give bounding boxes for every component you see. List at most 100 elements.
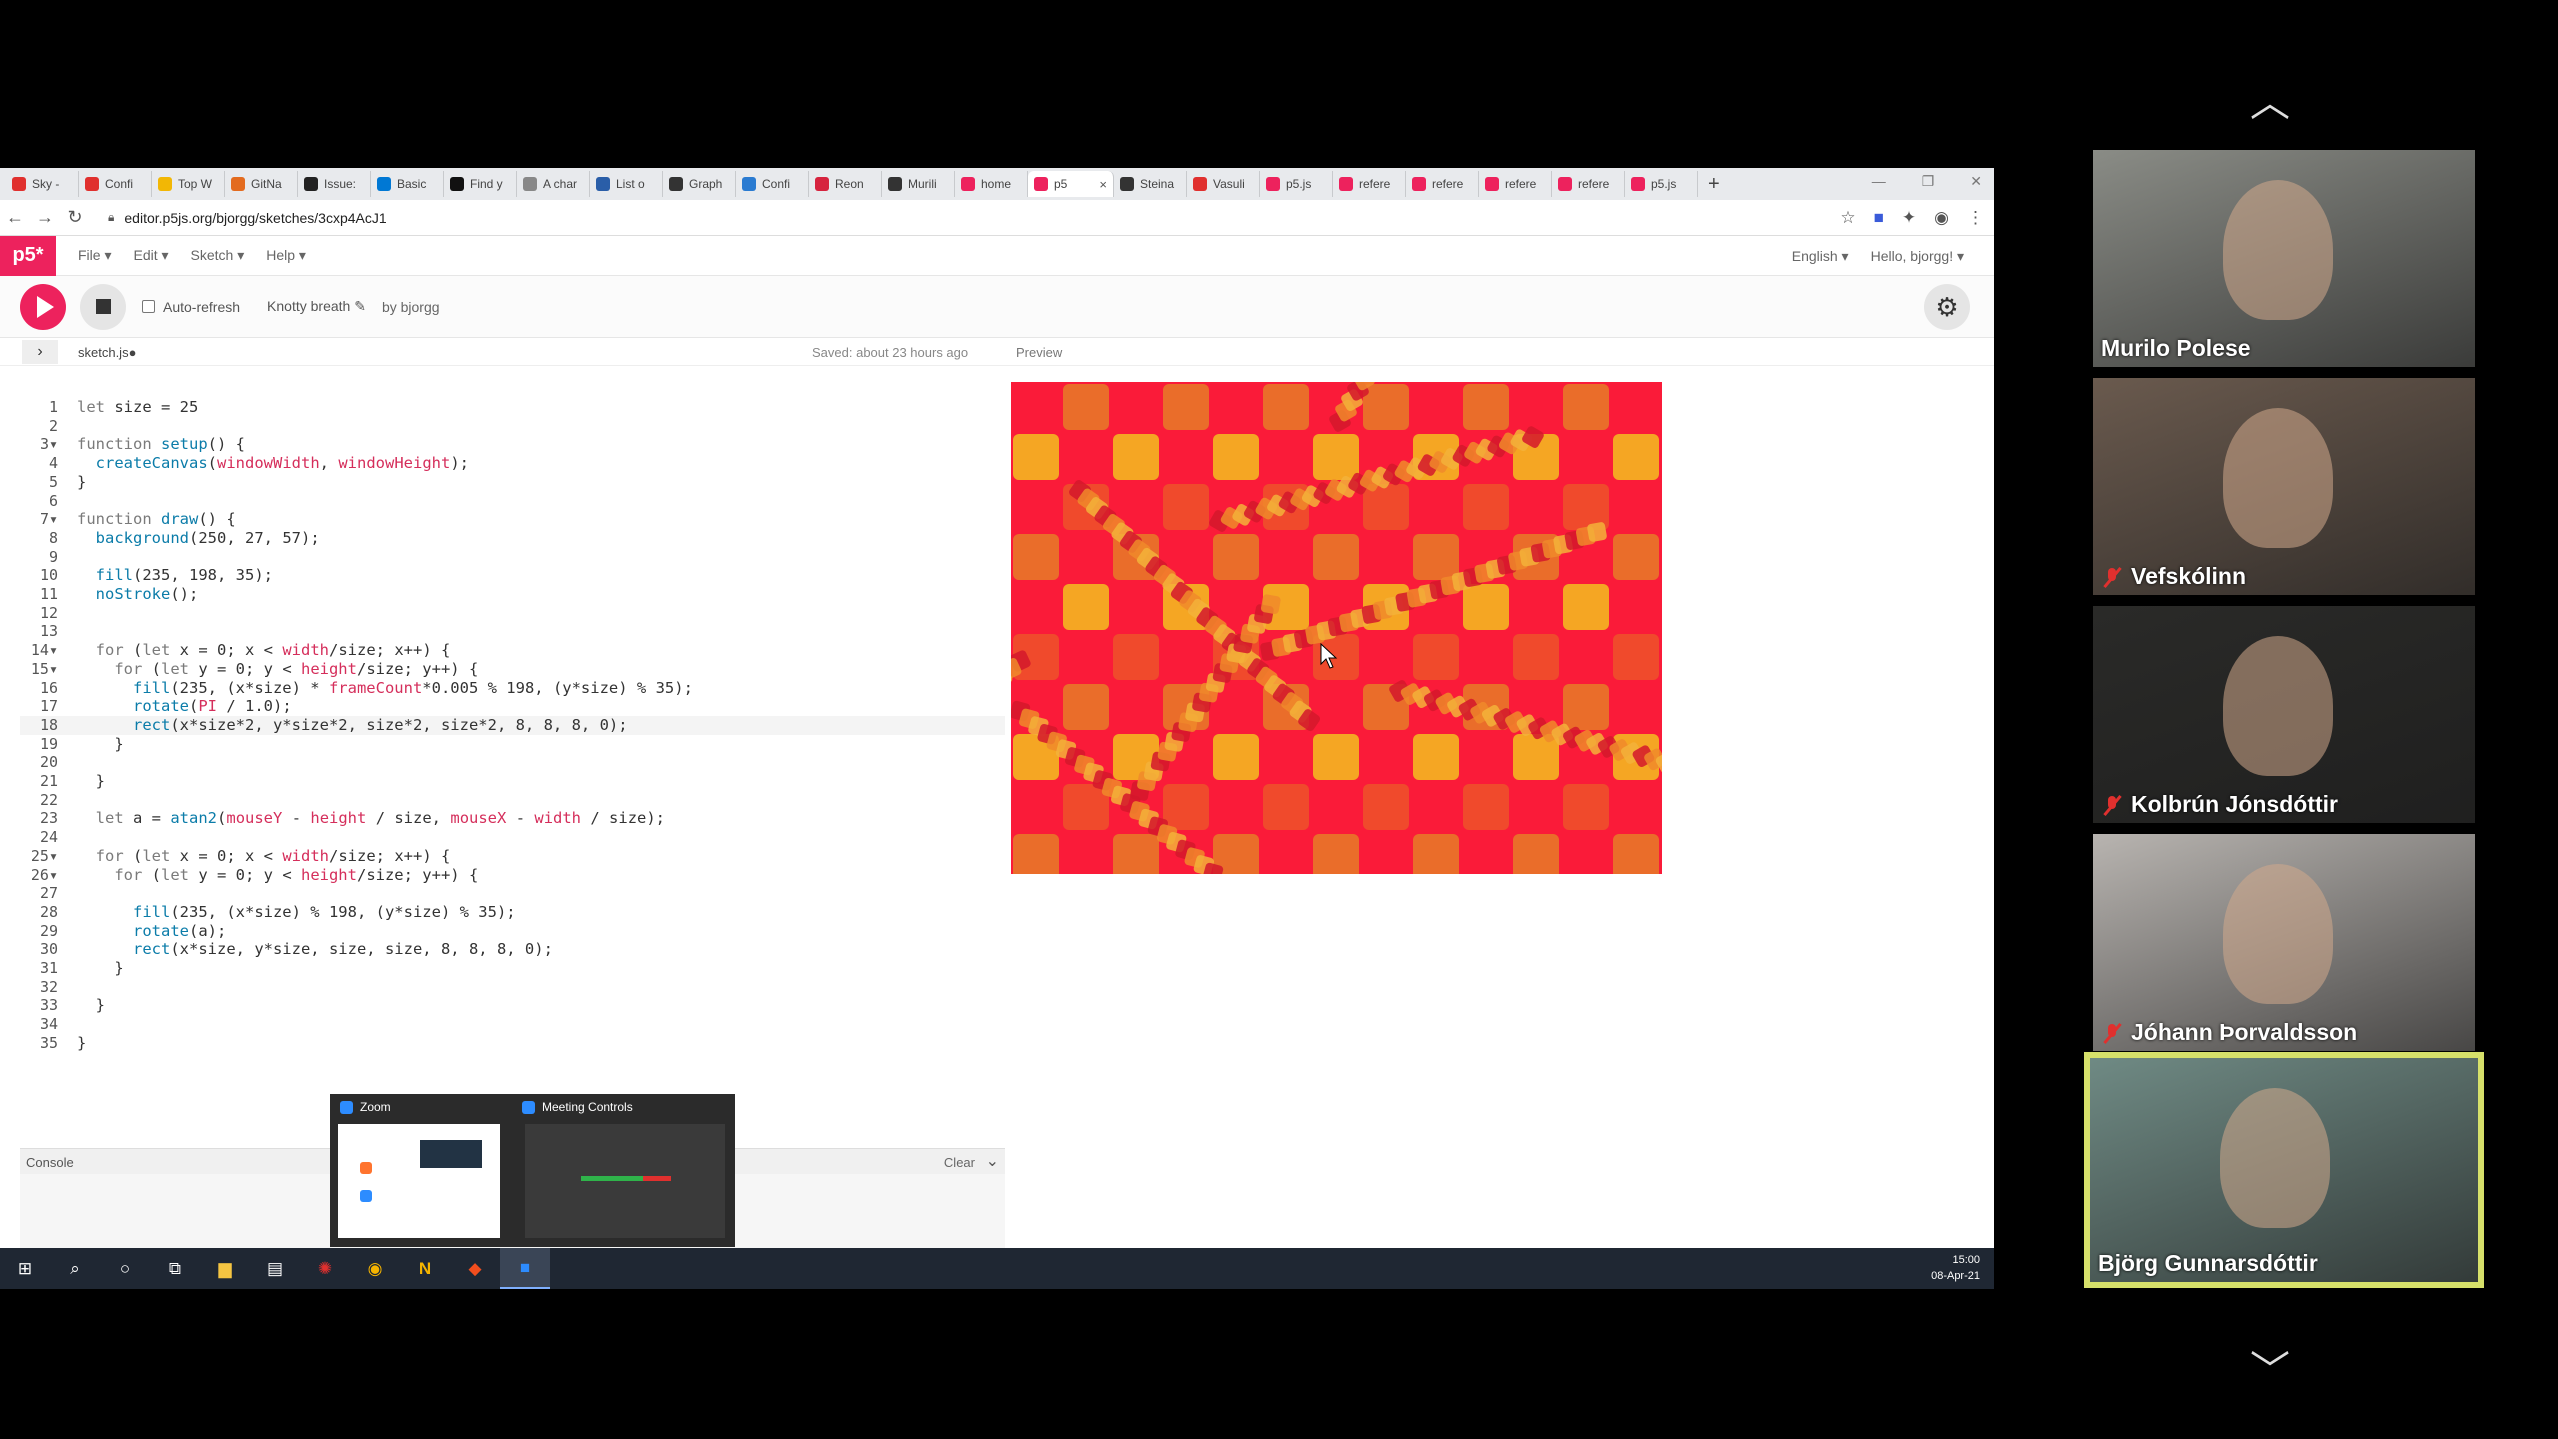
browser-tab[interactable]: Basic (371, 171, 444, 197)
language-selector[interactable]: English ▾ (1792, 248, 1849, 265)
store-icon[interactable]: ▤ (250, 1248, 300, 1289)
sidebar-toggle-chevron-icon[interactable]: › (22, 340, 58, 364)
browser-tab[interactable]: refere (1406, 171, 1479, 197)
code-line[interactable]: 11 noStroke(); (20, 585, 1005, 604)
code-line[interactable]: 16 fill(235, (x*size) * frameCount*0.005… (20, 679, 1005, 698)
browser-tab[interactable]: refere (1552, 171, 1625, 197)
code-line[interactable]: 26▾ for (let y = 0; y < height/size; y++… (20, 866, 1005, 885)
code-line[interactable]: 5} (20, 473, 1005, 492)
code-line[interactable]: 7▾ function draw() { (20, 510, 1005, 529)
zoom-window-title[interactable]: Zoom (340, 1100, 391, 1114)
browser-tab[interactable]: Graph (663, 171, 736, 197)
participant-tile[interactable]: Björg Gunnarsdóttir (2084, 1052, 2484, 1288)
code-line[interactable]: 35} (20, 1034, 1005, 1053)
meeting-controls-thumbnail[interactable] (525, 1124, 725, 1238)
code-line[interactable]: 32 (20, 978, 1005, 997)
maximize-icon[interactable]: ❐ (1922, 173, 1935, 190)
code-editor[interactable]: 1 let size = 25 2 3▾ function setup() {4 cre… (20, 398, 1005, 1098)
browser-tab[interactable]: refere (1479, 171, 1552, 197)
code-line[interactable]: 2 (20, 417, 1005, 436)
forward-icon[interactable]: → (30, 207, 60, 228)
file-tab[interactable]: sketch.js● (78, 345, 136, 360)
browser-tab[interactable]: Reon (809, 171, 882, 197)
play-button[interactable] (20, 283, 66, 330)
zoom-window-thumbnail[interactable] (338, 1124, 500, 1238)
windows-start-icon[interactable]: ⊞ (0, 1248, 50, 1289)
search-icon[interactable]: ⌕ (50, 1248, 100, 1289)
code-line[interactable]: 15▾ for (let y = 0; y < height/size; y++… (20, 660, 1005, 679)
puzzle-icon[interactable]: ✦ (1902, 208, 1916, 228)
code-line[interactable]: 3▾ function setup() { (20, 435, 1005, 454)
participant-tile[interactable]: Jóhann Þorvaldsson (2093, 834, 2475, 1051)
browser-tab[interactable]: Steina (1114, 171, 1187, 197)
code-line[interactable]: 30 rect(x*size, y*size, size, size, 8, 8… (20, 940, 1005, 959)
browser-tab[interactable]: Issue: (298, 171, 371, 197)
menu-edit[interactable]: Edit ▾ (133, 247, 168, 264)
notion-like-icon[interactable]: N (400, 1248, 450, 1289)
code-line[interactable]: 9 (20, 548, 1005, 567)
browser-tab[interactable]: Top W (152, 171, 225, 197)
browser-tab[interactable]: Murili (882, 171, 955, 197)
code-line[interactable]: 21 } (20, 772, 1005, 791)
task-view-icon[interactable]: ⧉ (150, 1248, 200, 1289)
code-line[interactable]: 10 fill(235, 198, 35); (20, 566, 1005, 585)
code-line[interactable]: 14▾ for (let x = 0; x < width/size; x++)… (20, 641, 1005, 660)
sketch-name[interactable]: Knotty breath ✎ (267, 298, 366, 315)
back-icon[interactable]: ← (0, 207, 30, 228)
code-line[interactable]: 27 (20, 884, 1005, 903)
participant-tile[interactable]: Vefskólinn (2093, 378, 2475, 595)
user-menu[interactable]: Hello, bjorgg! ▾ (1871, 248, 1964, 265)
browser-tab[interactable]: List o (590, 171, 663, 197)
code-line[interactable]: 28 fill(235, (x*size) % 198, (y*size) % … (20, 903, 1005, 922)
code-line[interactable]: 18 rect(x*size*2, y*size*2, size*2, size… (20, 715, 1005, 735)
zoom-taskbar-icon[interactable]: ■ (500, 1248, 550, 1289)
meeting-controls-title[interactable]: Meeting Controls (522, 1100, 633, 1114)
code-line[interactable]: 20 (20, 753, 1005, 772)
url-field[interactable]: 🔒︎ editor.p5js.org/bjorgg/sketches/3cxp4… (108, 210, 387, 226)
menu-sketch[interactable]: Sketch ▾ (191, 247, 245, 264)
code-line[interactable]: 33 } (20, 996, 1005, 1015)
code-line[interactable]: 34 (20, 1015, 1005, 1034)
code-line[interactable]: 12 (20, 604, 1005, 623)
code-line[interactable]: 23 let a = atan2(mouseY - height / size,… (20, 809, 1005, 828)
reload-icon[interactable]: ↻ (60, 207, 90, 228)
browser-tab[interactable]: Sky - (6, 171, 79, 197)
sketch-owner[interactable]: by bjorgg (382, 299, 440, 315)
p5-logo[interactable]: p5* (0, 235, 56, 276)
code-line[interactable]: 4 createCanvas(windowWidth, windowHeight… (20, 454, 1005, 473)
menu-help[interactable]: Help ▾ (266, 247, 306, 264)
auto-refresh-toggle[interactable]: Auto-refresh (142, 299, 240, 315)
close-window-icon[interactable]: ✕ (1970, 173, 1982, 190)
system-clock[interactable]: 15:00 08-Apr-21 (1931, 1252, 1980, 1284)
code-line[interactable]: 17 rotate(PI / 1.0); (20, 697, 1005, 716)
code-line[interactable]: 29 rotate(a); (20, 922, 1005, 941)
participants-scroll-up-chevron-icon[interactable]: ︿ (2250, 70, 2290, 128)
code-line[interactable]: 1 let size = 25 (20, 398, 1005, 417)
file-explorer-icon[interactable]: ▆ (200, 1248, 250, 1289)
console-collapse-chevron-icon[interactable]: ⌄ (986, 1151, 999, 1171)
settings-gear-icon[interactable]: ⚙ (1924, 284, 1970, 330)
browser-tab[interactable]: p5.js (1625, 171, 1698, 197)
more-menu-icon[interactable]: ⋮ (1967, 208, 1984, 228)
code-line[interactable]: 25▾ for (let x = 0; x < width/size; x++)… (20, 847, 1005, 866)
code-line[interactable]: 13 (20, 622, 1005, 641)
browser-tab[interactable]: Confi (79, 171, 152, 197)
participant-tile[interactable]: Murilo Polese (2093, 150, 2475, 367)
code-line[interactable]: 6 (20, 492, 1005, 511)
code-line[interactable]: 19 } (20, 735, 1005, 754)
browser-tab[interactable]: Confi (736, 171, 809, 197)
participant-tile[interactable]: Kolbrún Jónsdóttir (2093, 606, 2475, 823)
bookmark-star-icon[interactable]: ☆ (1840, 208, 1855, 228)
browser-tab[interactable]: refere (1333, 171, 1406, 197)
menu-file[interactable]: File ▾ (78, 247, 111, 264)
browser-tab[interactable]: GitNa (225, 171, 298, 197)
network-app-icon[interactable]: ✺ (300, 1248, 350, 1289)
auto-refresh-checkbox[interactable] (142, 300, 155, 313)
profile-icon[interactable]: ◉ (1934, 208, 1949, 228)
code-line[interactable]: 24 (20, 828, 1005, 847)
browser-tab[interactable]: home (955, 171, 1028, 197)
extension-icon[interactable]: ■ (1874, 208, 1884, 228)
browser-tab[interactable]: p5 × (1028, 171, 1114, 197)
code-line[interactable]: 8 background(250, 27, 57); (20, 529, 1005, 548)
browser-tab[interactable]: A char (517, 171, 590, 197)
